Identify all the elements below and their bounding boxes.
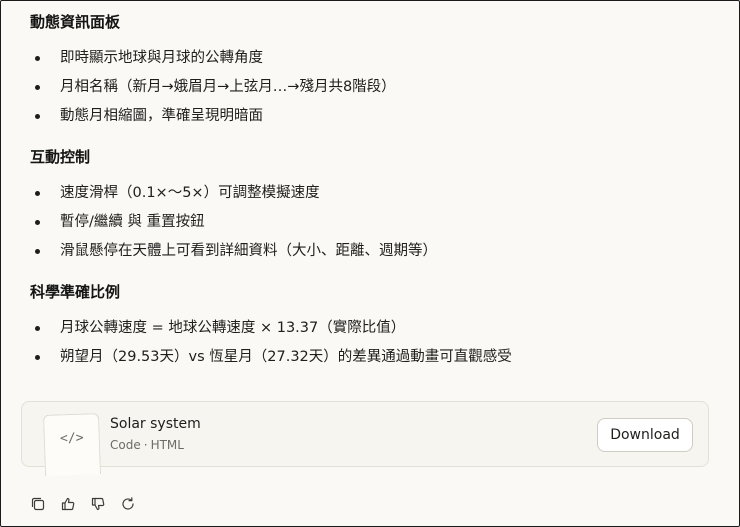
copy-icon[interactable] [28,494,48,514]
thumbs-down-icon[interactable] [88,494,108,514]
list-item: 月球公轉速度 = 地球公轉速度 × 13.37（實際比值） [30,318,720,347]
artifact-type: Code [110,438,141,452]
retry-icon[interactable] [118,494,138,514]
artifact-separator: · [143,438,148,452]
list-item: 滑鼠懸停在天體上可看到詳細資料（大小、距離、週期等） [30,241,720,270]
artifact-subtitle: Code · HTML [110,438,184,452]
artifact-card[interactable]: </> Solar system Code · HTML Download [21,401,709,476]
section-title-scientific-ratio: 科學準確比例 [30,283,121,301]
download-button[interactable]: Download [597,418,693,452]
list-item: 即時顯示地球與月球的公轉角度 [30,48,720,77]
section-list-interactive-controls: 速度滑桿（0.1×～5×）可調整模擬速度 暫停/繼續 與 重置按鈕 滑鼠懸停在天… [30,183,720,270]
thumbs-up-icon[interactable] [58,494,78,514]
code-file-icon: </> [42,413,102,476]
list-item: 暫停/繼續 與 重置按鈕 [30,212,720,241]
list-item: 動態月相縮圖，準確呈現明暗面 [30,106,720,135]
code-brackets-icon: </> [59,430,84,447]
list-item: 月相名稱（新月→娥眉月→上弦月…→殘月共8階段） [30,77,720,106]
artifact-language: HTML [150,438,184,452]
section-list-dynamic-panel: 即時顯示地球與月球的公轉角度 月相名稱（新月→娥眉月→上弦月…→殘月共8階段） … [30,48,720,135]
list-item: 速度滑桿（0.1×～5×）可調整模擬速度 [30,183,720,212]
section-title-dynamic-panel: 動態資訊面板 [30,13,121,31]
artifact-title: Solar system [110,416,201,432]
section-list-scientific-ratio: 月球公轉速度 = 地球公轉速度 × 13.37（實際比值） 朔望月（29.53天… [30,318,720,376]
message-content: 動態資訊面板 即時顯示地球與月球的公轉角度 月相名稱（新月→娥眉月→上弦月…→殘… [30,12,720,376]
message-actions [28,494,138,514]
section-title-interactive-controls: 互動控制 [30,148,91,166]
list-item: 朔望月（29.53天）vs 恆星月（27.32天）的差異通過動畫可直觀感受 [30,347,720,376]
